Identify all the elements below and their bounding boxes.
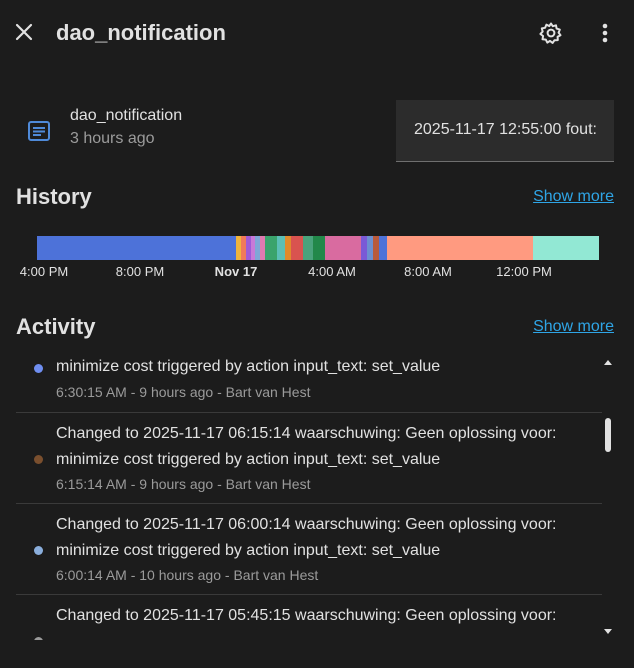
close-icon: [15, 23, 33, 41]
timeline-axis: 4:00 PM 8:00 PM Nov 17 4:00 AM 8:00 AM 1…: [0, 264, 634, 282]
activity-show-more-link[interactable]: Show more: [533, 318, 614, 336]
activity-text: Changed to 2025-11-17 05:45:15 waarschuw…: [56, 607, 557, 624]
status-dot: [34, 637, 43, 640]
time-label: 4:00 PM: [19, 264, 69, 279]
entity-name: dao_notification: [70, 107, 183, 124]
timeline-segment[interactable]: [387, 236, 533, 260]
time-label: 8:00 PM: [115, 264, 165, 279]
status-dot: [34, 364, 43, 373]
activity-item: Changed to 2025-11-17 05:45:15 waarschuw…: [16, 595, 602, 640]
activity-meta: 6:15:14 AM - 9 hours ago - Bart van Hest: [56, 476, 311, 492]
dialog-title: dao_notification: [56, 20, 226, 45]
state-value-box[interactable]: 2025-11-17 12:55:00 fout:: [396, 100, 614, 162]
triangle-up-icon[interactable]: [602, 356, 614, 368]
activity-text: Changed to 2025-11-17 06:15:14 waarschuw…: [56, 425, 557, 442]
activity-list: minimize cost triggered by action input_…: [16, 348, 602, 640]
history-show-more-link[interactable]: Show more: [533, 188, 614, 206]
timeline-segment[interactable]: [325, 236, 361, 260]
timeline-segment[interactable]: [313, 236, 325, 260]
activity-item: minimize cost triggered by action input_…: [16, 348, 602, 413]
activity-text: Changed to 2025-11-17 06:00:14 waarschuw…: [56, 516, 557, 533]
time-label: 8:00 AM: [404, 264, 452, 279]
date-label: Nov 17: [214, 264, 258, 279]
timeline-segment[interactable]: [379, 236, 387, 260]
gear-icon: [539, 22, 562, 44]
more-options-button[interactable]: [594, 20, 616, 46]
activity-item: Changed to 2025-11-17 06:15:14 waarschuw…: [16, 413, 602, 504]
time-label: 4:00 AM: [308, 264, 356, 279]
status-dot: [34, 546, 43, 555]
settings-button[interactable]: [538, 20, 564, 46]
activity-meta: 6:30:15 AM - 9 hours ago - Bart van Hest: [56, 384, 311, 400]
entity-last-changed: 3 hours ago: [70, 130, 155, 147]
activity-text: minimize cost triggered by action input_…: [56, 358, 441, 375]
more-vertical-icon: [602, 23, 608, 43]
activity-text: minimize cost triggered by action input_…: [56, 451, 441, 468]
text-box-icon: [26, 118, 52, 144]
activity-title: Activity: [16, 314, 96, 339]
timeline-segment[interactable]: [533, 236, 599, 260]
history-timeline[interactable]: [37, 236, 613, 260]
close-button[interactable]: [12, 20, 38, 46]
activity-meta: 6:00:14 AM - 10 hours ago - Bart van Hes…: [56, 567, 319, 583]
time-label: 12:00 PM: [496, 264, 552, 279]
timeline-segment[interactable]: [291, 236, 303, 260]
activity-scrollbar[interactable]: [602, 352, 614, 640]
timeline-segment[interactable]: [265, 236, 277, 260]
dialog-header: dao_notification: [0, 0, 634, 66]
triangle-down-icon[interactable]: [602, 624, 614, 636]
timeline-segment[interactable]: [277, 236, 285, 260]
status-dot: [34, 455, 43, 464]
activity-text: minimize cost triggered by action input_…: [56, 542, 441, 559]
timeline-segment[interactable]: [37, 236, 236, 260]
scrollbar-thumb[interactable]: [605, 418, 611, 452]
activity-item: Changed to 2025-11-17 06:00:14 waarschuw…: [16, 504, 602, 595]
timeline-segment[interactable]: [303, 236, 313, 260]
entity-row: dao_notification 3 hours ago 2025-11-17 …: [16, 100, 616, 162]
history-title: History: [16, 184, 92, 209]
state-value: 2025-11-17 12:55:00 fout:: [414, 121, 597, 138]
